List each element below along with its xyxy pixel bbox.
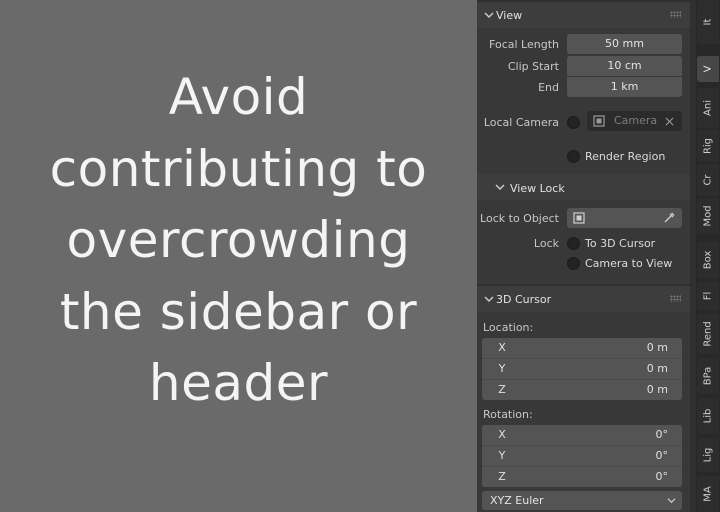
axis-value: 0 m <box>646 362 668 375</box>
tab-modeling[interactable]: Mod <box>697 198 719 234</box>
object-icon <box>573 212 585 224</box>
axis-label: X <box>498 428 506 441</box>
to-3d-cursor-label: To 3D Cursor <box>585 237 656 250</box>
tab-modeling-label: Mod <box>702 205 714 227</box>
tab-animation-label: Ani <box>702 100 714 116</box>
tab-render-label: Rend <box>702 321 714 347</box>
cursor-panel-header[interactable]: 3D Cursor <box>477 286 690 312</box>
tab-view-label: V <box>702 65 714 73</box>
focal-length-label: Focal Length <box>489 38 559 51</box>
tab-lighting[interactable]: Lig <box>697 438 719 472</box>
camera-placeholder: Camera <box>614 114 658 127</box>
location-z-field[interactable]: Z 0 m <box>482 380 682 400</box>
tab-item-label: It <box>702 18 714 26</box>
location-x-field[interactable]: X 0 m <box>482 338 682 358</box>
clip-start-field[interactable]: 10 cm <box>567 56 682 76</box>
tab-create[interactable]: Cr <box>697 164 719 196</box>
message-line-5: header <box>148 354 329 412</box>
tab-animation[interactable]: Ani <box>697 88 719 128</box>
cursor-panel: 3D Cursor Location: X 0 m Y 0 m Z 0 m Ro… <box>477 286 690 512</box>
sidebar: View Focal Length 50 mm Clip Start 10 cm… <box>477 0 696 512</box>
tab-ma[interactable]: MA <box>697 476 719 512</box>
clip-start-label: Clip Start <box>507 60 559 73</box>
rotation-x-field[interactable]: X 0° <box>482 425 682 445</box>
rotation-mode-dropdown[interactable]: XYZ Euler <box>482 491 682 510</box>
tab-view[interactable]: V <box>697 56 719 82</box>
clip-end-field[interactable]: 1 km <box>567 77 682 97</box>
lock-label: Lock <box>533 237 559 250</box>
rotation-y-field[interactable]: Y 0° <box>482 446 682 466</box>
location-fields: X 0 m Y 0 m Z 0 m <box>482 338 682 400</box>
rotation-z-field[interactable]: Z 0° <box>482 467 682 487</box>
drag-grip-icon[interactable] <box>670 295 681 302</box>
rotation-mode-value: XYZ Euler <box>490 494 544 507</box>
rotation-fields: X 0° Y 0° Z 0° <box>482 425 682 487</box>
tab-ma-label: MA <box>702 486 714 502</box>
tab-box-label: Box <box>702 250 714 270</box>
tab-render[interactable]: Rend <box>697 314 719 354</box>
eyedropper-icon[interactable] <box>662 211 676 225</box>
camera-object-icon <box>593 115 605 127</box>
cursor-panel-title: 3D Cursor <box>496 293 552 306</box>
render-region-checkbox[interactable] <box>567 150 580 163</box>
view-panel: View Focal Length 50 mm Clip Start 10 cm… <box>477 2 690 284</box>
render-region-label: Render Region <box>585 150 666 163</box>
axis-label: X <box>498 341 506 354</box>
message-area: Avoid contributing to overcrowding the s… <box>0 0 477 512</box>
tab-create-label: Cr <box>702 174 714 186</box>
axis-label: Z <box>498 470 506 483</box>
lock-to-object-field[interactable] <box>567 208 682 228</box>
axis-value: 0° <box>655 470 669 483</box>
axis-value: 0° <box>655 449 669 462</box>
tab-box[interactable]: Box <box>697 242 719 278</box>
tab-fl[interactable]: Fl <box>697 282 719 310</box>
message-line-4: the sidebar or <box>59 282 418 341</box>
tab-rig-label: Rig <box>702 137 714 155</box>
tab-library-label: Lib <box>702 408 714 424</box>
camera-to-view-label: Camera to View <box>585 257 673 270</box>
focal-length-field[interactable]: 50 mm <box>567 34 682 54</box>
local-camera-checkbox[interactable] <box>567 116 580 129</box>
message-line-2: contributing to <box>49 139 428 198</box>
message-line-3: overcrowding <box>66 211 411 269</box>
clip-end-label: End <box>538 81 559 94</box>
chevron-down-icon <box>667 498 676 504</box>
chevron-down-icon <box>495 184 505 190</box>
tab-bpa[interactable]: BPa <box>697 358 719 394</box>
close-icon[interactable] <box>665 117 674 126</box>
view-panel-header[interactable]: View <box>477 2 690 28</box>
axis-label: Y <box>498 362 506 375</box>
axis-label: Y <box>498 449 506 462</box>
drag-grip-icon[interactable] <box>670 11 681 18</box>
axis-value: 0 m <box>646 341 668 354</box>
rotation-label: Rotation: <box>483 408 533 421</box>
camera-selector[interactable]: Camera <box>587 111 682 131</box>
message-line-1: Avoid <box>168 68 309 126</box>
tab-library[interactable]: Lib <box>697 398 719 434</box>
location-y-field[interactable]: Y 0 m <box>482 359 682 379</box>
to-3d-cursor-checkbox[interactable] <box>567 237 580 250</box>
camera-to-view-checkbox[interactable] <box>567 257 580 270</box>
tab-fl-label: Fl <box>702 291 714 301</box>
view-lock-title: View Lock <box>510 182 565 195</box>
chevron-down-icon <box>484 296 494 302</box>
tab-rig[interactable]: Rig <box>697 130 719 162</box>
tab-item[interactable]: It <box>697 0 719 44</box>
view-lock-header[interactable]: View Lock <box>477 174 690 200</box>
view-panel-title: View <box>496 9 523 22</box>
axis-label: Z <box>498 383 506 396</box>
tab-lighting-label: Lig <box>702 447 714 463</box>
sidebar-tab-strip: It V Ani Rig Cr Mod Box Fl Rend BPa Lib … <box>696 0 720 512</box>
axis-value: 0° <box>655 428 669 441</box>
chevron-down-icon <box>484 12 494 18</box>
lock-to-object-label: Lock to Object <box>480 212 559 225</box>
overcrowding-message: Avoid contributing to overcrowding the s… <box>0 62 477 420</box>
axis-value: 0 m <box>646 383 668 396</box>
local-camera-label: Local Camera <box>483 116 559 129</box>
tab-bpa-label: BPa <box>702 366 714 386</box>
location-label: Location: <box>483 321 534 334</box>
